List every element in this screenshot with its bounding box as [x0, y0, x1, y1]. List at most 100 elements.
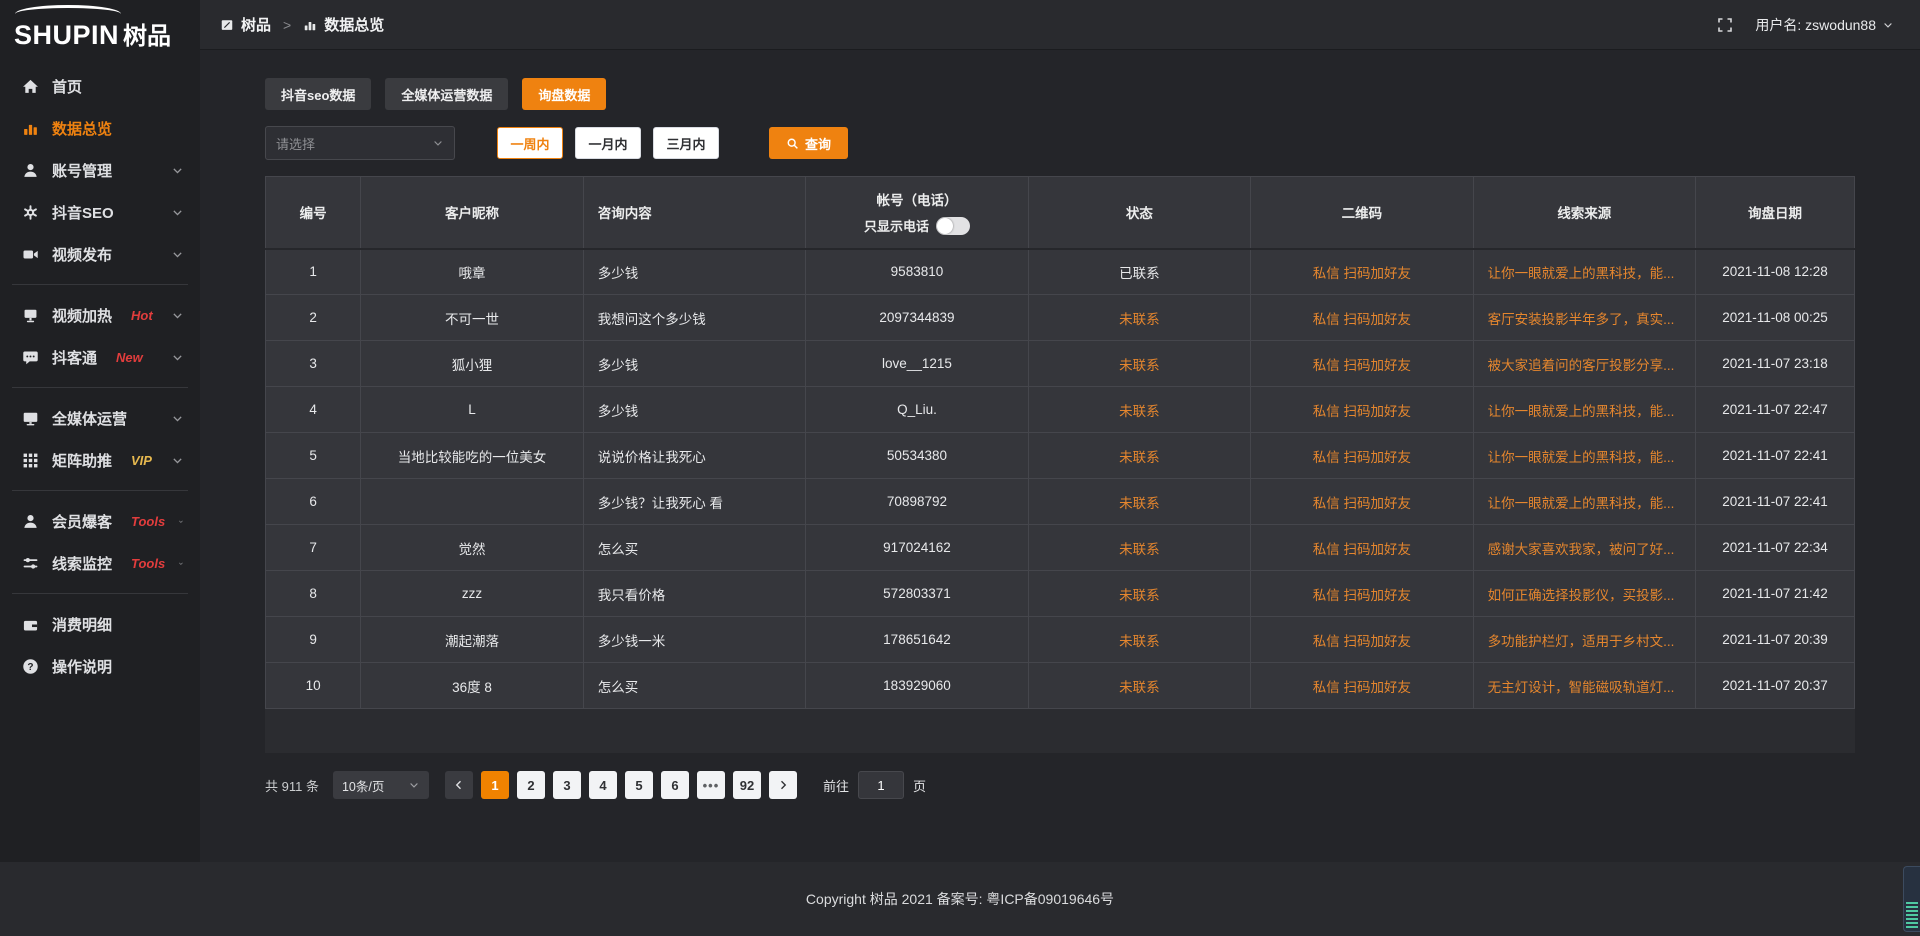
cell-status: 未联系 — [1028, 525, 1250, 571]
breadcrumb-root[interactable]: 树品 — [241, 14, 271, 35]
page-button-1[interactable]: 1 — [481, 771, 509, 799]
cell-id: 7 — [266, 525, 361, 571]
page-button-2[interactable]: 2 — [517, 771, 545, 799]
cell-qrcode-link[interactable]: 私信 扫码加好友 — [1251, 249, 1473, 295]
cell-account: 572803371 — [806, 571, 1028, 617]
sidebar-item-member-baoke[interactable]: 会员爆客Tools — [0, 500, 200, 542]
chevron-down-icon — [1882, 19, 1894, 31]
cell-source-link[interactable]: 让你一眼就爱上的黑科技，能... — [1473, 387, 1695, 433]
sidebar-item-label: 消费明细 — [52, 614, 112, 635]
cell-nickname: 觉然 — [361, 525, 583, 571]
sidebar-item-label: 视频发布 — [52, 244, 112, 265]
period-button-三月内[interactable]: 三月内 — [653, 127, 719, 159]
search-button-label: 查询 — [805, 134, 831, 153]
sidebar-item-douketong[interactable]: 抖客通New — [0, 336, 200, 378]
cell-date: 2021-11-07 22:41 — [1696, 433, 1855, 479]
cell-date: 2021-11-07 20:37 — [1696, 663, 1855, 709]
account-select[interactable]: 请选择 — [265, 126, 455, 160]
cell-date: 2021-11-07 23:18 — [1696, 341, 1855, 387]
logo-arc — [15, 5, 121, 23]
panel-icon — [220, 18, 234, 32]
cell-source-link[interactable]: 让你一眼就爱上的黑科技，能... — [1473, 479, 1695, 525]
sidebar-item-matrix-boost[interactable]: 矩阵助推VIP — [0, 439, 200, 481]
sidebar-item-media-ops[interactable]: 全媒体运营 — [0, 397, 200, 439]
cell-qrcode-link[interactable]: 私信 扫码加好友 — [1251, 571, 1473, 617]
cell-source-link[interactable]: 让你一眼就爱上的黑科技，能... — [1473, 433, 1695, 479]
cell-account: love__1215 — [806, 341, 1028, 387]
cell-content: 多少钱 — [583, 341, 805, 387]
cell-source-link[interactable]: 让你一眼就爱上的黑科技，能... — [1473, 249, 1695, 295]
chevron-down-icon — [432, 137, 444, 149]
goto-page-input[interactable] — [858, 771, 904, 799]
cell-qrcode-link[interactable]: 私信 扫码加好友 — [1251, 433, 1473, 479]
search-icon — [786, 137, 799, 150]
sidebar-item-badge: Tools — [131, 556, 165, 571]
sidebar-item-account-mgmt[interactable]: 账号管理 — [0, 149, 200, 191]
total-count: 共 911 条 — [265, 776, 319, 795]
sidebar-item-data-overview[interactable]: 数据总览 — [0, 107, 200, 149]
search-button[interactable]: 查询 — [769, 127, 848, 159]
prev-page-button[interactable] — [445, 771, 473, 799]
user-menu[interactable]: 用户名: zswodun88 — [1755, 15, 1894, 35]
sidebar-item-clue-monitor[interactable]: 线索监控 Tools — [0, 542, 200, 584]
cell-source-link[interactable]: 多功能护栏灯，适用于乡村文... — [1473, 617, 1695, 663]
chevron-down-icon — [178, 515, 184, 528]
grid-icon — [22, 452, 39, 469]
page-button-5[interactable]: 5 — [625, 771, 653, 799]
sliders-icon — [22, 555, 39, 572]
cell-qrcode-link[interactable]: 私信 扫码加好友 — [1251, 663, 1473, 709]
cell-content: 我想问这个多少钱 — [583, 295, 805, 341]
copyright-text: Copyright 树品 2021 备案号: 粤ICP备09019646号 — [806, 889, 1114, 909]
page-button-92[interactable]: 92 — [733, 771, 761, 799]
tab-inquiry-data[interactable]: 询盘数据 — [522, 78, 606, 110]
sidebar-item-label: 操作说明 — [52, 656, 112, 677]
cell-date: 2021-11-07 22:34 — [1696, 525, 1855, 571]
cell-qrcode-link[interactable]: 私信 扫码加好友 — [1251, 341, 1473, 387]
phone-toggle-label: 只显示电话 — [864, 216, 929, 235]
floating-widget[interactable] — [1903, 866, 1920, 932]
cell-qrcode-link[interactable]: 私信 扫码加好友 — [1251, 295, 1473, 341]
sidebar-item-consume-detail[interactable]: 消费明细 — [0, 603, 200, 645]
sidebar-item-home[interactable]: 首页 — [0, 65, 200, 107]
cell-status: 未联系 — [1028, 617, 1250, 663]
sidebar-item-douyin-seo[interactable]: 抖音SEO — [0, 191, 200, 233]
cell-qrcode-link[interactable]: 私信 扫码加好友 — [1251, 617, 1473, 663]
table-row: 3狐小狸多少钱love__1215未联系私信 扫码加好友被大家追着问的客厅投影分… — [266, 341, 1855, 387]
page-button-4[interactable]: 4 — [589, 771, 617, 799]
period-button-一周内[interactable]: 一周内 — [497, 127, 563, 159]
col-content: 咨询内容 — [583, 177, 805, 249]
page-more-button[interactable]: ••• — [697, 771, 725, 799]
cell-source-link[interactable]: 客厅安装投影半年多了，真实... — [1473, 295, 1695, 341]
table-row: 8zzz我只看价格572803371未联系私信 扫码加好友如何正确选择投影仪，买… — [266, 571, 1855, 617]
next-page-button[interactable] — [769, 771, 797, 799]
page-size-select[interactable]: 10条/页 — [333, 771, 429, 799]
sidebar-item-label: 线索监控 — [52, 553, 112, 574]
cell-date: 2021-11-07 21:42 — [1696, 571, 1855, 617]
cell-qrcode-link[interactable]: 私信 扫码加好友 — [1251, 525, 1473, 571]
cell-qrcode-link[interactable]: 私信 扫码加好友 — [1251, 479, 1473, 525]
cell-source-link[interactable]: 感谢大家喜欢我家，被问了好... — [1473, 525, 1695, 571]
cell-source-link[interactable]: 被大家追着问的客厅投影分享... — [1473, 341, 1695, 387]
username-label: 用户名: zswodun88 — [1755, 15, 1876, 35]
sidebar-item-video-heat[interactable]: 视频加热Hot — [0, 294, 200, 336]
phone-only-toggle[interactable] — [936, 217, 970, 235]
inquiry-table: 编号 客户昵称 咨询内容 帐号（电话） 只显示电话 状态 二维码 线索来源 询盘… — [265, 176, 1855, 709]
cell-source-link[interactable]: 无主灯设计，智能磁吸轨道灯... — [1473, 663, 1695, 709]
cell-account: 178651642 — [806, 617, 1028, 663]
tab-media-ops-data[interactable]: 全媒体运营数据 — [385, 78, 508, 110]
page-button-6[interactable]: 6 — [661, 771, 689, 799]
sidebar-item-operation-guide[interactable]: ?操作说明 — [0, 645, 200, 687]
cell-status: 未联系 — [1028, 295, 1250, 341]
cell-id: 9 — [266, 617, 361, 663]
page-button-3[interactable]: 3 — [553, 771, 581, 799]
chat-icon — [22, 349, 39, 366]
cell-source-link[interactable]: 如何正确选择投影仪，买投影... — [1473, 571, 1695, 617]
cell-qrcode-link[interactable]: 私信 扫码加好友 — [1251, 387, 1473, 433]
sidebar-item-video-publish[interactable]: 视频发布 — [0, 233, 200, 275]
fullscreen-icon[interactable] — [1717, 17, 1733, 33]
tab-douyin-seo-data[interactable]: 抖音seo数据 — [265, 78, 371, 110]
main-content: 抖音seo数据全媒体运营数据询盘数据 请选择 一周内一月内三月内 查询 编号 客… — [200, 50, 1920, 799]
top-header: 树品 > 数据总览 用户名: zswodun88 — [200, 0, 1920, 50]
cell-status: 未联系 — [1028, 433, 1250, 479]
period-button-一月内[interactable]: 一月内 — [575, 127, 641, 159]
